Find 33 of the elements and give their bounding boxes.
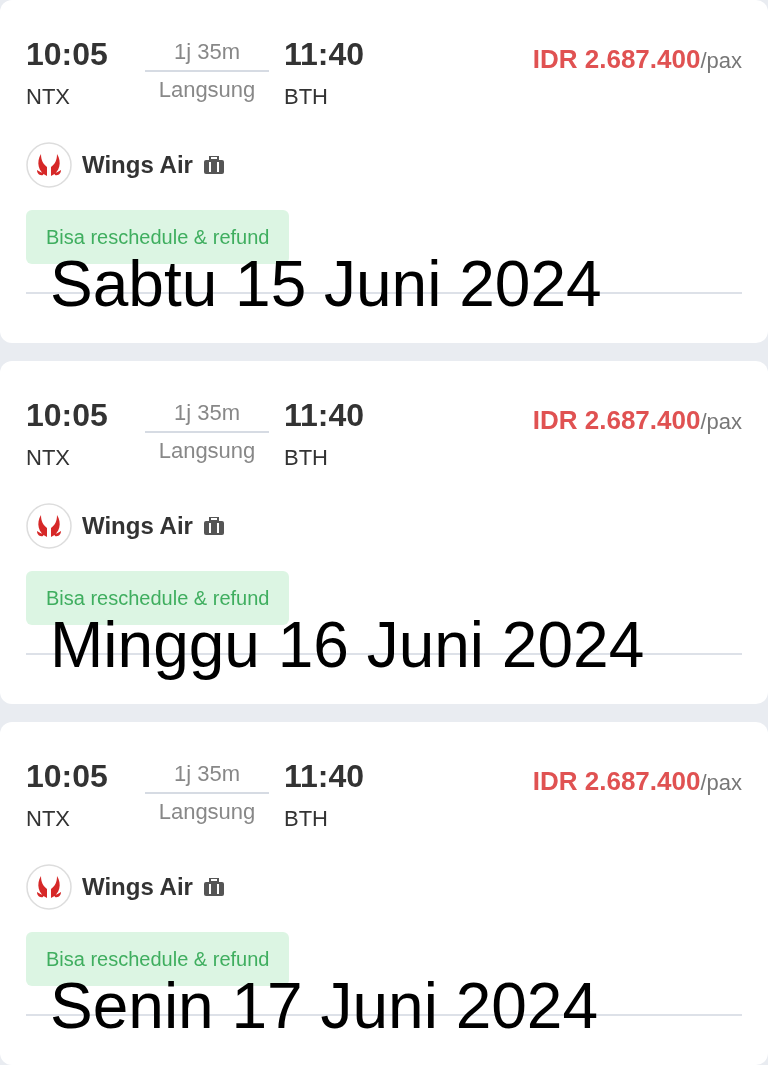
airline-name: Wings Air [82, 150, 193, 180]
departure-time: 10:05 [26, 396, 109, 435]
departure-time: 10:05 [26, 35, 109, 74]
origin-code: NTX [26, 444, 71, 472]
flight-duration: 1j 35m [145, 34, 269, 72]
arrival-time: 11:40 [284, 396, 365, 435]
departure-time: 10:05 [26, 757, 109, 796]
flight-duration: 1j 35m [145, 756, 269, 794]
price: IDR 2.687.400 [532, 404, 701, 437]
stop-type: Langsung [158, 437, 256, 465]
flight-duration: 1j 35m [145, 395, 269, 433]
airline-name: Wings Air [82, 872, 193, 902]
baggage-icon [202, 517, 225, 535]
wings-logo-icon [26, 864, 72, 910]
destination-code: BTH [284, 83, 329, 111]
destination-code: BTH [284, 805, 329, 833]
arrival-time: 11:40 [284, 757, 365, 796]
price-unit: /pax [700, 47, 742, 75]
wings-logo-icon [26, 142, 72, 188]
baggage-icon [202, 156, 225, 174]
price-unit: /pax [700, 408, 742, 436]
stop-type: Langsung [158, 76, 256, 104]
airline-name: Wings Air [82, 511, 193, 541]
destination-code: BTH [284, 444, 329, 472]
origin-code: NTX [26, 83, 71, 111]
baggage-icon [202, 878, 225, 896]
arrival-time: 11:40 [284, 35, 365, 74]
stop-type: Langsung [158, 798, 256, 826]
wings-logo-icon [26, 503, 72, 549]
price: IDR 2.687.400 [532, 43, 701, 76]
origin-code: NTX [26, 805, 71, 833]
price-unit: /pax [700, 769, 742, 797]
price: IDR 2.687.400 [532, 765, 701, 798]
